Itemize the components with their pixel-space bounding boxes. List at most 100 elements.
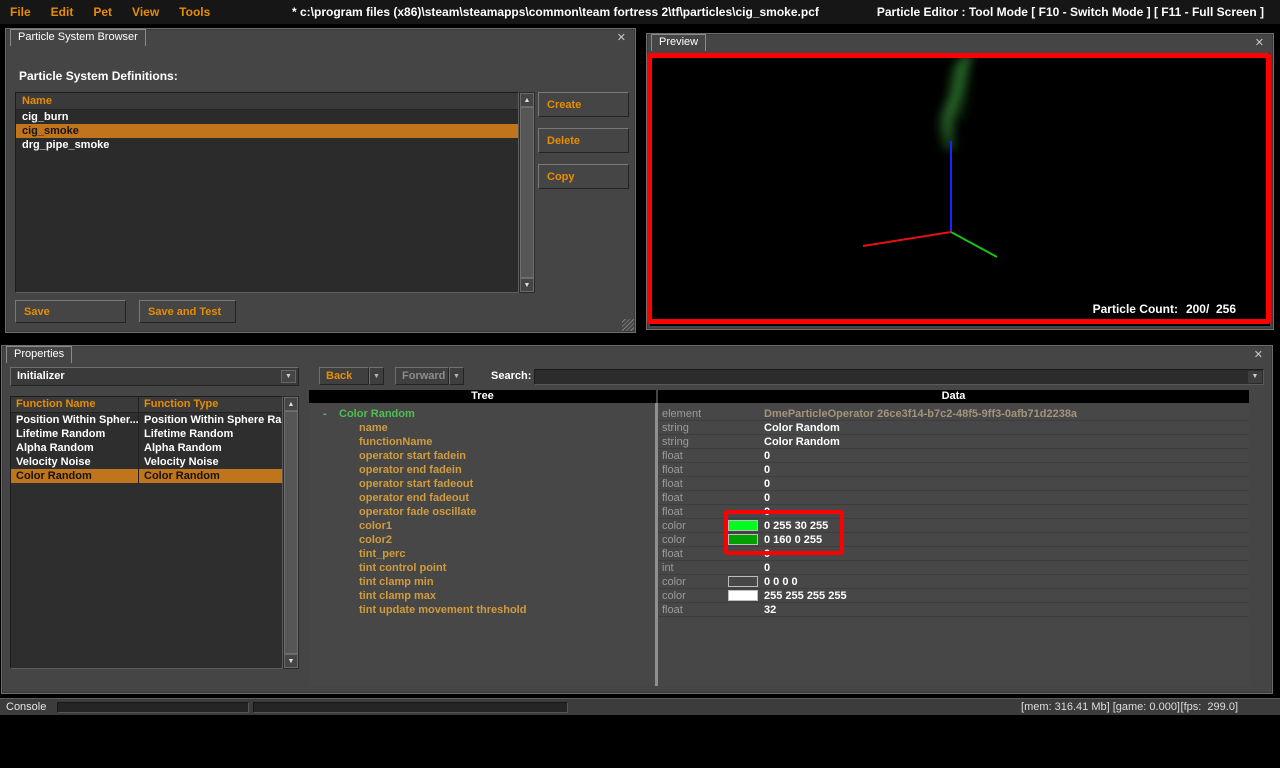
menu-edit[interactable]: Edit — [41, 5, 84, 19]
data-row-operator-end-fadein[interactable]: float 0 — [658, 463, 1249, 477]
search-label: Search: — [491, 370, 532, 382]
data-row-operator-start-fadeout[interactable]: float 0 — [658, 477, 1249, 491]
chevron-down-icon[interactable]: ▼ — [1248, 371, 1262, 383]
particle-system-list: Name cig_burn cig_smoke drg_pipe_smoke — [15, 92, 519, 293]
resize-grip[interactable] — [622, 319, 634, 331]
element-id[interactable]: DmeParticleOperator 26ce3f14-b7c2-48f5-9… — [764, 408, 1077, 420]
tree-attr-operator-start-fadeout[interactable]: operator start fadeout — [309, 477, 655, 491]
particle-count: Particle Count: 200/ 256 — [1093, 302, 1236, 316]
tree-attr-name[interactable]: name — [309, 421, 655, 435]
color-swatch-tint-clamp-min[interactable] — [728, 576, 758, 587]
menu-view[interactable]: View — [122, 5, 169, 19]
delete-button[interactable]: Delete — [538, 128, 629, 153]
function-row-color-random-selected[interactable]: Color Random Color Random — [11, 469, 282, 483]
tree-attr-tint-clamp-min[interactable]: tint clamp min — [309, 575, 655, 589]
scroll-thumb[interactable] — [520, 107, 534, 278]
color-swatch-tint-clamp-max[interactable] — [728, 590, 758, 601]
data-row-operator-start-fadein[interactable]: float 0 — [658, 449, 1249, 463]
data-row-color1[interactable]: color 0 255 30 255 — [658, 519, 1249, 533]
scroll-down-icon[interactable]: ▼ — [520, 278, 534, 292]
list-scrollbar[interactable]: ▲ ▼ — [519, 92, 535, 293]
tree-node-color-random[interactable]: - Color Random — [309, 407, 655, 421]
column-header-function-type[interactable]: Function Type — [139, 397, 282, 412]
attribute-data: element DmeParticleOperator 26ce3f14-b7c2… — [658, 403, 1249, 686]
tree-attr-color1[interactable]: color1 — [309, 519, 655, 533]
properties-window-tab[interactable]: Properties — [6, 346, 73, 363]
tree-attr-operator-end-fadeout[interactable]: operator end fadeout — [309, 491, 655, 505]
menu-file[interactable]: File — [0, 5, 41, 19]
back-button[interactable]: Back — [319, 367, 369, 385]
function-row-lifetime-random[interactable]: Lifetime Random Lifetime Random — [11, 427, 282, 441]
preview-viewport[interactable]: Particle Count: 200/ 256 — [650, 53, 1270, 326]
scroll-down-icon[interactable]: ▼ — [284, 654, 298, 668]
scroll-up-icon[interactable]: ▲ — [284, 397, 298, 411]
menu-pet[interactable]: Pet — [83, 5, 122, 19]
menu-tools[interactable]: Tools — [169, 5, 220, 19]
save-button[interactable]: Save — [15, 300, 126, 323]
forward-dropdown-icon[interactable]: ▼ — [449, 367, 464, 385]
preview-3d-scene — [862, 53, 998, 258]
document-title: * c:\program files (x86)\steam\steamapps… — [292, 5, 819, 19]
properties-window: Properties ✕ Initializer ▼ Function Name… — [1, 345, 1273, 694]
list-column-header-name[interactable]: Name — [16, 93, 518, 110]
tree-attr-tint-perc[interactable]: tint_perc — [309, 547, 655, 561]
data-row-functionname[interactable]: string Color Random — [658, 435, 1249, 449]
data-row-element[interactable]: element DmeParticleOperator 26ce3f14-b7c2… — [658, 407, 1249, 421]
tree-attr-operator-fade-oscillate[interactable]: operator fade oscillate — [309, 505, 655, 519]
data-header: Data — [658, 390, 1249, 403]
list-item-drg-pipe-smoke[interactable]: drg_pipe_smoke — [16, 138, 518, 152]
tree-attr-operator-end-fadein[interactable]: operator end fadein — [309, 463, 655, 477]
dropdown-value: Initializer — [17, 370, 65, 382]
save-and-test-button[interactable]: Save and Test — [139, 300, 236, 323]
close-icon[interactable]: ✕ — [617, 33, 626, 44]
data-row-tint-clamp-max[interactable]: color 255 255 255 255 — [658, 589, 1249, 603]
tree-attr-tint-control-point[interactable]: tint control point — [309, 561, 655, 575]
create-button[interactable]: Create — [538, 92, 629, 117]
fps-stats: [fps: 299.0] — [1180, 701, 1238, 713]
tree-attr-functionname[interactable]: functionName — [309, 435, 655, 449]
data-row-operator-fade-oscillate[interactable]: float 0 — [658, 505, 1249, 519]
console-bar: Console [mem: 316.41 Mb] [game: 0.000] [… — [0, 698, 1280, 715]
console-input-field[interactable] — [57, 702, 249, 713]
color-swatch-color2[interactable] — [728, 534, 758, 545]
scroll-up-icon[interactable]: ▲ — [520, 93, 534, 107]
close-icon[interactable]: ✕ — [1254, 350, 1263, 361]
data-row-tint-clamp-min[interactable]: color 0 0 0 0 — [658, 575, 1249, 589]
function-row-velocity-noise[interactable]: Velocity Noise Velocity Noise — [11, 455, 282, 469]
function-row-alpha-random[interactable]: Alpha Random Alpha Random — [11, 441, 282, 455]
chevron-down-icon[interactable]: ▼ — [281, 370, 296, 383]
search-field[interactable]: ▼ — [534, 369, 1264, 385]
color-swatch-color1[interactable] — [728, 520, 758, 531]
tree-attr-operator-start-fadein[interactable]: operator start fadein — [309, 449, 655, 463]
back-dropdown-icon[interactable]: ▼ — [369, 367, 384, 385]
data-row-tint-update-movement-threshold[interactable]: float 32 — [658, 603, 1249, 617]
data-row-operator-end-fadeout[interactable]: float 0 — [658, 491, 1249, 505]
list-item-cig-smoke-selected[interactable]: cig_smoke — [16, 124, 518, 138]
function-table-scrollbar[interactable]: ▲ ▼ — [283, 396, 299, 669]
browser-window-tab[interactable]: Particle System Browser — [10, 29, 146, 46]
tree-attr-tint-update-movement-threshold[interactable]: tint update movement threshold — [309, 603, 655, 617]
search-input[interactable] — [535, 370, 1247, 384]
console-label: Console — [6, 701, 47, 713]
data-row-tint-control-point[interactable]: int 0 — [658, 561, 1249, 575]
definitions-label: Particle System Definitions: — [19, 69, 178, 83]
console-progress-field — [253, 702, 568, 713]
tree-attr-color2[interactable]: color2 — [309, 533, 655, 547]
collapse-icon[interactable]: - — [323, 407, 339, 421]
list-item-cig-burn[interactable]: cig_burn — [16, 110, 518, 124]
data-row-color2[interactable]: color 0 160 0 255 — [658, 533, 1249, 547]
memory-stats: [mem: 316.41 Mb] [game: 0.000] — [1021, 701, 1180, 713]
preview-window-tab[interactable]: Preview — [651, 34, 707, 51]
tree-attr-tint-clamp-max[interactable]: tint clamp max — [309, 589, 655, 603]
scroll-thumb[interactable] — [284, 411, 298, 654]
forward-button[interactable]: Forward — [395, 367, 449, 385]
particle-system-browser-window: Particle System Browser ✕ Particle Syste… — [5, 28, 636, 333]
function-table-header: Function Name Function Type — [11, 397, 282, 413]
data-row-name[interactable]: string Color Random — [658, 421, 1249, 435]
data-row-tint-perc[interactable]: float 0 — [658, 547, 1249, 561]
column-header-function-name[interactable]: Function Name — [11, 397, 139, 412]
copy-button[interactable]: Copy — [538, 164, 629, 189]
close-icon[interactable]: ✕ — [1255, 38, 1264, 49]
function-row-position-within-sphere[interactable]: Position Within Spher... Position Within… — [11, 413, 282, 427]
operator-category-dropdown[interactable]: Initializer ▼ — [10, 367, 299, 386]
